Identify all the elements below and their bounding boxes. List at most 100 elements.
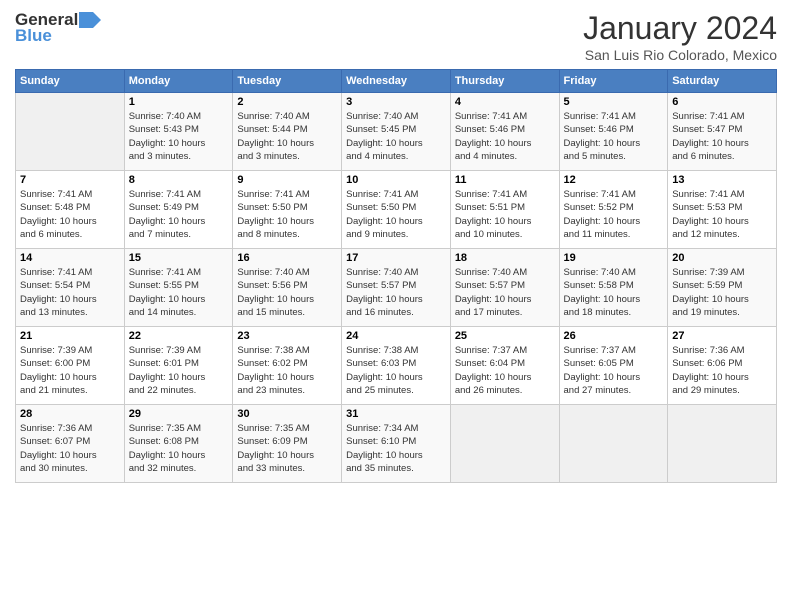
day-number: 10 [346, 174, 446, 186]
day-number: 11 [455, 174, 555, 186]
calendar-day-cell: 24 Sunrise: 7:38 AM Sunset: 6:03 PM Dayli… [342, 327, 451, 405]
calendar-day-cell: 3 Sunrise: 7:40 AM Sunset: 5:45 PM Daylig… [342, 93, 451, 171]
day-number: 9 [237, 174, 337, 186]
day-number: 2 [237, 96, 337, 108]
calendar-day-cell [668, 405, 777, 483]
subtitle: San Luis Rio Colorado, Mexico [583, 47, 777, 63]
calendar-day-cell [16, 93, 125, 171]
day-info: Sunrise: 7:38 AM Sunset: 6:03 PM Dayligh… [346, 344, 446, 397]
day-info: Sunrise: 7:39 AM Sunset: 5:59 PM Dayligh… [672, 266, 772, 319]
day-number: 8 [129, 174, 229, 186]
calendar-day-cell: 25 Sunrise: 7:37 AM Sunset: 6:04 PM Dayli… [450, 327, 559, 405]
day-info: Sunrise: 7:41 AM Sunset: 5:50 PM Dayligh… [237, 188, 337, 241]
day-of-week-header: Saturday [668, 70, 777, 93]
title-section: January 2024 San Luis Rio Colorado, Mexi… [583, 10, 777, 63]
day-number: 26 [564, 330, 664, 342]
calendar-day-cell: 8 Sunrise: 7:41 AM Sunset: 5:49 PM Daylig… [124, 171, 233, 249]
calendar-day-cell: 27 Sunrise: 7:36 AM Sunset: 6:06 PM Dayli… [668, 327, 777, 405]
day-number: 4 [455, 96, 555, 108]
calendar-day-cell [450, 405, 559, 483]
day-number: 30 [237, 408, 337, 420]
day-info: Sunrise: 7:41 AM Sunset: 5:52 PM Dayligh… [564, 188, 664, 241]
calendar-week-row: 7 Sunrise: 7:41 AM Sunset: 5:48 PM Daylig… [16, 171, 777, 249]
day-info: Sunrise: 7:40 AM Sunset: 5:58 PM Dayligh… [564, 266, 664, 319]
day-number: 7 [20, 174, 120, 186]
calendar-table: SundayMondayTuesdayWednesdayThursdayFrid… [15, 69, 777, 483]
calendar-day-cell: 23 Sunrise: 7:38 AM Sunset: 6:02 PM Dayli… [233, 327, 342, 405]
calendar-day-cell: 28 Sunrise: 7:36 AM Sunset: 6:07 PM Dayli… [16, 405, 125, 483]
calendar-week-row: 1Sunrise: 7:40 AM Sunset: 5:43 PM Daylig… [16, 93, 777, 171]
day-number: 15 [129, 252, 229, 264]
day-info: Sunrise: 7:35 AM Sunset: 6:09 PM Dayligh… [237, 422, 337, 475]
day-info: Sunrise: 7:37 AM Sunset: 6:05 PM Dayligh… [564, 344, 664, 397]
day-info: Sunrise: 7:39 AM Sunset: 6:00 PM Dayligh… [20, 344, 120, 397]
day-number: 23 [237, 330, 337, 342]
day-number: 17 [346, 252, 446, 264]
logo-blue-text: Blue [15, 26, 52, 46]
day-number: 25 [455, 330, 555, 342]
day-number: 13 [672, 174, 772, 186]
day-number: 6 [672, 96, 772, 108]
day-info: Sunrise: 7:36 AM Sunset: 6:07 PM Dayligh… [20, 422, 120, 475]
day-info: Sunrise: 7:41 AM Sunset: 5:47 PM Dayligh… [672, 110, 772, 163]
calendar-day-cell: 16Sunrise: 7:40 AM Sunset: 5:56 PM Dayli… [233, 249, 342, 327]
calendar-day-cell: 2 Sunrise: 7:40 AM Sunset: 5:44 PM Daylig… [233, 93, 342, 171]
calendar-day-cell: 4Sunrise: 7:41 AM Sunset: 5:46 PM Daylig… [450, 93, 559, 171]
day-info: Sunrise: 7:40 AM Sunset: 5:44 PM Dayligh… [237, 110, 337, 163]
logo-icon [79, 12, 101, 28]
calendar-day-cell: 7 Sunrise: 7:41 AM Sunset: 5:48 PM Daylig… [16, 171, 125, 249]
calendar-day-cell: 18Sunrise: 7:40 AM Sunset: 5:57 PM Dayli… [450, 249, 559, 327]
day-info: Sunrise: 7:37 AM Sunset: 6:04 PM Dayligh… [455, 344, 555, 397]
calendar-day-cell: 13 Sunrise: 7:41 AM Sunset: 5:53 PM Dayli… [668, 171, 777, 249]
day-number: 14 [20, 252, 120, 264]
day-info: Sunrise: 7:38 AM Sunset: 6:02 PM Dayligh… [237, 344, 337, 397]
day-info: Sunrise: 7:36 AM Sunset: 6:06 PM Dayligh… [672, 344, 772, 397]
calendar-day-cell: 14 Sunrise: 7:41 AM Sunset: 5:54 PM Dayli… [16, 249, 125, 327]
day-number: 5 [564, 96, 664, 108]
calendar-day-cell: 11 Sunrise: 7:41 AM Sunset: 5:51 PM Dayli… [450, 171, 559, 249]
calendar-day-cell: 26 Sunrise: 7:37 AM Sunset: 6:05 PM Dayli… [559, 327, 668, 405]
day-number: 29 [129, 408, 229, 420]
calendar-week-row: 14 Sunrise: 7:41 AM Sunset: 5:54 PM Dayli… [16, 249, 777, 327]
day-info: Sunrise: 7:41 AM Sunset: 5:46 PM Dayligh… [564, 110, 664, 163]
day-of-week-header: Sunday [16, 70, 125, 93]
day-of-week-header: Thursday [450, 70, 559, 93]
day-info: Sunrise: 7:35 AM Sunset: 6:08 PM Dayligh… [129, 422, 229, 475]
day-number: 22 [129, 330, 229, 342]
day-info: Sunrise: 7:41 AM Sunset: 5:50 PM Dayligh… [346, 188, 446, 241]
day-info: Sunrise: 7:34 AM Sunset: 6:10 PM Dayligh… [346, 422, 446, 475]
day-number: 12 [564, 174, 664, 186]
main-title: January 2024 [583, 10, 777, 47]
day-number: 3 [346, 96, 446, 108]
calendar-day-cell: 17Sunrise: 7:40 AM Sunset: 5:57 PM Dayli… [342, 249, 451, 327]
day-info: Sunrise: 7:40 AM Sunset: 5:45 PM Dayligh… [346, 110, 446, 163]
header-row: General Blue January 2024 San Luis Rio C… [15, 10, 777, 63]
day-number: 24 [346, 330, 446, 342]
day-info: Sunrise: 7:41 AM Sunset: 5:49 PM Dayligh… [129, 188, 229, 241]
day-number: 19 [564, 252, 664, 264]
day-info: Sunrise: 7:41 AM Sunset: 5:48 PM Dayligh… [20, 188, 120, 241]
day-info: Sunrise: 7:40 AM Sunset: 5:43 PM Dayligh… [129, 110, 229, 163]
calendar-day-cell: 20Sunrise: 7:39 AM Sunset: 5:59 PM Dayli… [668, 249, 777, 327]
day-info: Sunrise: 7:41 AM Sunset: 5:53 PM Dayligh… [672, 188, 772, 241]
calendar-day-cell: 22 Sunrise: 7:39 AM Sunset: 6:01 PM Dayli… [124, 327, 233, 405]
day-number: 28 [20, 408, 120, 420]
calendar-day-cell: 19 Sunrise: 7:40 AM Sunset: 5:58 PM Dayli… [559, 249, 668, 327]
logo: General Blue [15, 10, 101, 46]
calendar-day-cell: 10 Sunrise: 7:41 AM Sunset: 5:50 PM Dayli… [342, 171, 451, 249]
calendar-day-cell: 29 Sunrise: 7:35 AM Sunset: 6:08 PM Dayli… [124, 405, 233, 483]
day-of-week-header: Tuesday [233, 70, 342, 93]
calendar-day-cell: 5 Sunrise: 7:41 AM Sunset: 5:46 PM Daylig… [559, 93, 668, 171]
day-number: 27 [672, 330, 772, 342]
calendar-day-cell: 31Sunrise: 7:34 AM Sunset: 6:10 PM Dayli… [342, 405, 451, 483]
day-number: 21 [20, 330, 120, 342]
calendar-day-cell: 6 Sunrise: 7:41 AM Sunset: 5:47 PM Daylig… [668, 93, 777, 171]
calendar-header-row: SundayMondayTuesdayWednesdayThursdayFrid… [16, 70, 777, 93]
calendar-day-cell [559, 405, 668, 483]
calendar-day-cell: 1Sunrise: 7:40 AM Sunset: 5:43 PM Daylig… [124, 93, 233, 171]
day-info: Sunrise: 7:41 AM Sunset: 5:54 PM Dayligh… [20, 266, 120, 319]
calendar-week-row: 28 Sunrise: 7:36 AM Sunset: 6:07 PM Dayli… [16, 405, 777, 483]
day-info: Sunrise: 7:39 AM Sunset: 6:01 PM Dayligh… [129, 344, 229, 397]
day-info: Sunrise: 7:41 AM Sunset: 5:51 PM Dayligh… [455, 188, 555, 241]
day-of-week-header: Monday [124, 70, 233, 93]
